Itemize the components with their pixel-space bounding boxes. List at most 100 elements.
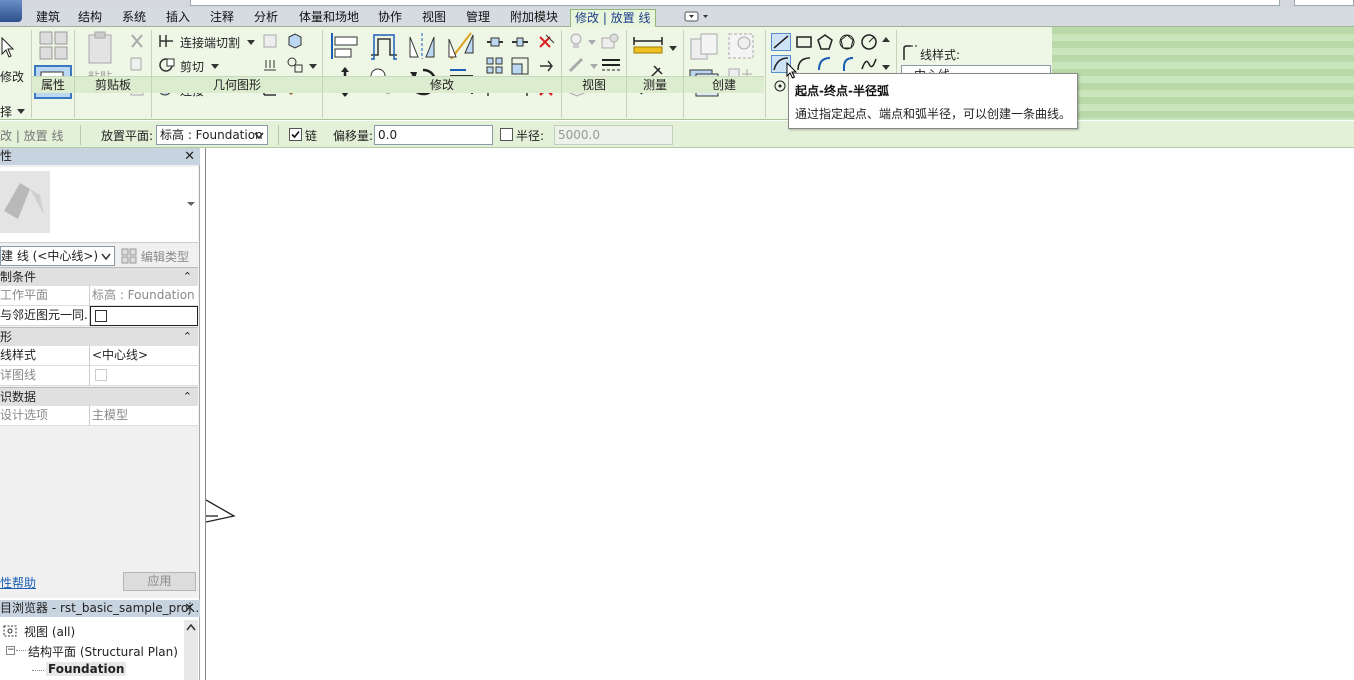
edit-type-button[interactable]: 编辑类型 <box>141 248 189 265</box>
move-with-nearby-checkbox[interactable] <box>95 310 107 322</box>
copy-icon[interactable] <box>128 56 146 74</box>
line-draw-icon[interactable] <box>771 33 791 51</box>
radius-checkbox[interactable] <box>500 128 513 141</box>
chevron-down-icon[interactable] <box>187 201 195 207</box>
tab-view[interactable]: 视图 <box>418 9 450 27</box>
ribbon-minimize-icon[interactable] <box>684 10 712 24</box>
tree-item-structural-plan[interactable]: 结构平面 (Structural Plan) <box>28 643 178 660</box>
offset-input[interactable]: 0.0 <box>374 125 493 145</box>
tooltip-description: 通过指定起点、端点和弧半径，可以创建一条曲线。 <box>795 107 1072 121</box>
mirror-pick-axis-icon[interactable] <box>407 31 437 61</box>
create-group-icon[interactable] <box>726 31 756 61</box>
placement-plane-select[interactable]: 标高 : Foundation <box>156 125 268 145</box>
apply-button[interactable]: 应用 <box>123 572 196 591</box>
panel-divider <box>74 30 75 118</box>
circle-draw-icon[interactable] <box>860 33 878 51</box>
tree-item-views[interactable]: 视图 (all) <box>24 623 75 640</box>
pick-lines-icon[interactable] <box>771 79 789 93</box>
create-assembly-icon[interactable] <box>688 31 720 63</box>
chevron-down-icon[interactable] <box>308 62 318 70</box>
uncut-icon[interactable] <box>261 32 279 50</box>
radius-input[interactable]: 5000.0 <box>554 125 673 145</box>
fillet-arc-icon[interactable] <box>838 55 856 73</box>
type-preview[interactable] <box>0 167 198 243</box>
elevation-marker-icon[interactable] <box>206 496 238 526</box>
align-icon[interactable] <box>329 31 361 61</box>
mirror-draw-axis-icon[interactable] <box>446 31 476 61</box>
tab-massing-site[interactable]: 体量和场地 <box>295 9 363 27</box>
chevron-down-icon[interactable] <box>254 132 264 140</box>
collapse-icon[interactable]: ⌃ <box>183 268 192 286</box>
tab-structure[interactable]: 结构 <box>74 9 106 27</box>
tab-addins[interactable]: 附加模块 <box>506 9 562 27</box>
split-face-icon[interactable] <box>261 56 279 74</box>
chevron-down-icon[interactable] <box>16 107 26 115</box>
paint-icon[interactable] <box>286 56 304 74</box>
tab-annotate[interactable]: 注释 <box>206 9 238 27</box>
gallery-scroll-up-icon[interactable] <box>881 36 891 44</box>
close-icon[interactable]: ✕ <box>184 148 195 165</box>
tree-item-foundation[interactable]: Foundation <box>46 662 127 676</box>
cut-geometry-icon[interactable] <box>158 57 176 73</box>
cope-button-label[interactable]: 连接端切割 <box>180 34 240 51</box>
chevron-down-icon[interactable] <box>668 44 678 52</box>
tab-collaborate[interactable]: 协作 <box>374 9 406 27</box>
gallery-scroll-down-icon[interactable] <box>881 63 891 71</box>
property-value: 主模型 <box>92 408 129 422</box>
application-menu-button[interactable] <box>0 0 22 22</box>
chevron-down-icon[interactable] <box>589 62 599 70</box>
close-icon[interactable]: ✕ <box>184 600 195 617</box>
tab-manage[interactable]: 管理 <box>462 9 494 27</box>
chain-checkbox[interactable] <box>289 128 302 141</box>
tab-analyze[interactable]: 分析 <box>250 9 282 27</box>
line-style-icon[interactable] <box>600 56 622 74</box>
tangent-end-arc-icon[interactable] <box>816 55 834 73</box>
type-selector[interactable]: 建 线 (<中心线>) <box>0 246 115 266</box>
collapse-toggle-icon[interactable]: − <box>6 646 15 655</box>
group-graphics[interactable]: 形 ⌃ <box>0 327 198 346</box>
rectangle-draw-icon[interactable] <box>795 33 813 51</box>
cut-icon[interactable] <box>128 32 146 50</box>
wall-join-icon[interactable] <box>286 32 304 50</box>
linework-icon[interactable] <box>567 56 587 74</box>
measure-tape-icon[interactable] <box>632 33 664 57</box>
array-icon[interactable] <box>485 56 505 76</box>
tab-architecture[interactable]: 建筑 <box>32 9 64 27</box>
chevron-down-icon[interactable] <box>246 38 256 46</box>
chevron-down-icon[interactable] <box>587 38 597 46</box>
split-element-icon[interactable] <box>485 33 505 51</box>
collapse-icon[interactable]: ⌃ <box>183 328 192 346</box>
circumscribed-polygon-icon[interactable] <box>838 33 856 51</box>
scale-icon[interactable] <box>510 56 530 76</box>
unpin-icon[interactable] <box>536 33 556 51</box>
tab-modify-place-line[interactable]: 修改 | 放置 线 <box>570 9 656 27</box>
tab-insert[interactable]: 插入 <box>162 9 194 27</box>
move-with-nearby-field[interactable] <box>90 306 198 326</box>
offset-icon[interactable] <box>368 31 400 61</box>
group-constraints[interactable]: 制条件 ⌃ <box>0 267 198 286</box>
lightbulb-icon[interactable] <box>567 32 585 50</box>
group-identity-data[interactable]: 识数据 ⌃ <box>0 387 198 406</box>
modify-cursor-icon[interactable] <box>0 36 16 60</box>
pin-icon[interactable] <box>536 56 556 76</box>
inscribed-polygon-icon[interactable] <box>816 33 834 51</box>
split-gap-icon[interactable] <box>510 33 530 51</box>
scrollbar[interactable] <box>184 620 198 680</box>
select-panel-label[interactable]: 择 <box>0 103 12 120</box>
collapse-icon[interactable]: ⌃ <box>183 388 192 406</box>
view-panel-label: 视图 <box>562 76 626 93</box>
type-properties-icon[interactable] <box>38 30 70 62</box>
cut-geometry-label[interactable]: 剪切 <box>180 58 204 75</box>
modify-button-label[interactable]: 修改 <box>0 68 24 85</box>
scroll-up-icon[interactable] <box>186 624 196 632</box>
spline-icon[interactable] <box>860 55 878 73</box>
cope-icon[interactable] <box>158 33 176 49</box>
override-graphics-icon[interactable] <box>600 32 620 50</box>
line-style-property-value[interactable]: <中心线> <box>92 346 198 366</box>
chevron-down-icon[interactable] <box>210 62 220 70</box>
drawing-canvas[interactable] <box>205 148 1354 680</box>
properties-help-link[interactable]: 性帮助 <box>0 574 36 591</box>
paste-icon[interactable] <box>86 31 116 65</box>
tab-systems[interactable]: 系统 <box>118 9 150 27</box>
chevron-down-icon[interactable] <box>101 253 111 261</box>
